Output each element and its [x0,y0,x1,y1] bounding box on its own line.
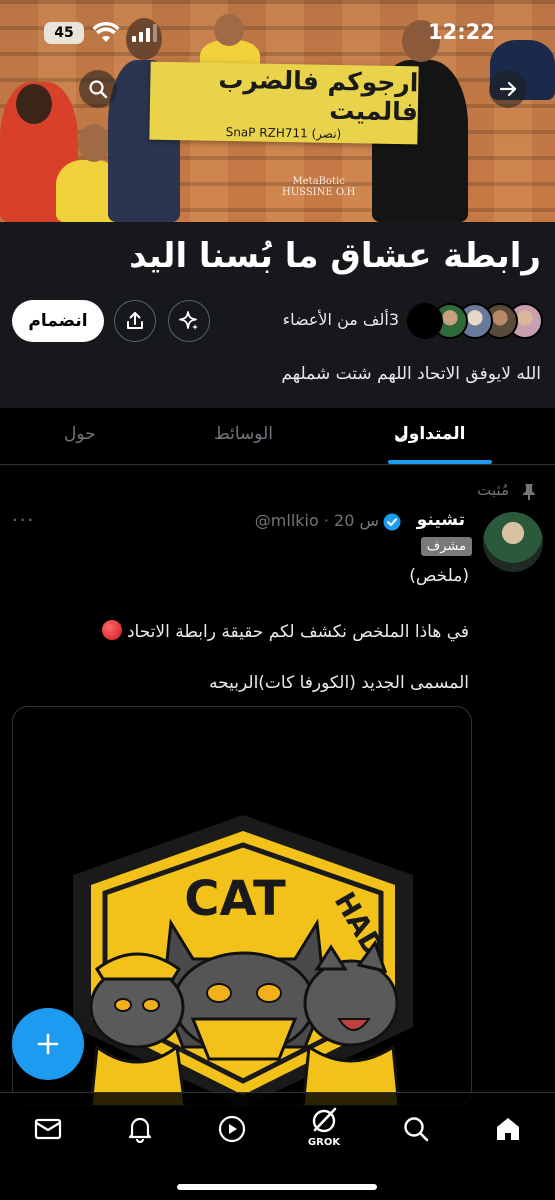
status-bar: 45 12:22 [0,20,555,48]
wifi-icon [92,22,120,42]
watermark-line: MetaBotic [292,176,345,187]
forward-arrow-icon [499,81,517,97]
crowd-head [78,124,110,162]
nav-video[interactable] [212,1109,252,1149]
member-count[interactable]: 3ألف من الأعضاء [283,310,399,329]
avatar [407,303,443,339]
share-icon [127,312,143,329]
member-avatars[interactable] [405,303,543,339]
shield-cat-text: CAT [184,871,286,927]
home-icon [497,1118,519,1140]
post-more-button[interactable]: ··· [12,510,35,531]
watermark-line: HUSSINE O.H [282,187,356,198]
play-icon [218,1115,246,1143]
mail-icon [34,1118,62,1140]
post-handle-time[interactable]: @mllkio · 20 س [255,511,379,530]
community-tabs: المتداول الوسائط حول [0,408,555,465]
banner-watermark: MetaBotic HUSSINE O.H [282,176,355,198]
community-description: الله لايوفق الاتحاد اللهم شتت شملهم [281,364,541,384]
home-indicator [177,1184,377,1190]
forward-button[interactable] [489,70,527,108]
sign-subtext: SnaP RZH711 (نصر) [225,124,342,142]
chevron-down-icon[interactable] [394,433,406,443]
pin-icon [523,484,535,500]
search-button[interactable] [79,70,117,108]
active-tab-indicator [388,460,492,464]
community-title: رابطة عشاق ما بُسنا اليد [129,236,541,276]
grok-sparkle-button[interactable] [168,300,210,342]
nav-grok[interactable]: GROK [304,1101,344,1153]
red-circle-emoji [101,620,122,640]
banner-sign: ارجوكم فالضرب فالميت SnaP RZH711 (نصر) [149,61,419,145]
post-author-avatar[interactable] [483,512,543,572]
post-text-line: في هاذا الملخص نكشف لكم حقيقة رابطة الات… [100,620,469,642]
bell-icon [128,1117,152,1143]
tab-media[interactable]: الوسائط [214,424,273,444]
pinned-label: مُثبت [477,481,509,499]
sign-text: ارجوكم فالضرب فالميت [218,64,419,127]
battery-indicator: 45 [44,22,84,44]
post-text: في هاذا الملخص نكشف لكم حقيقة رابطة الات… [126,622,469,642]
post-text-line: (ملخص) [409,566,469,586]
search-icon [404,1117,429,1142]
crowd-head [16,84,52,124]
post-text-line: المسمى الجديد (الكورفا كات)الربيحه [209,673,469,693]
tab-about[interactable]: حول [64,424,96,444]
join-button[interactable]: انضمام [12,300,104,342]
verified-icon [383,513,401,531]
signal-icon [132,24,157,42]
compose-post-button[interactable] [12,1008,84,1080]
moderator-badge: مشرف [420,537,472,556]
status-time: 12:22 [428,20,495,44]
nav-home[interactable] [488,1109,528,1149]
plus-icon [37,1033,59,1055]
sparkle-icon [179,311,198,330]
nav-search[interactable] [396,1109,436,1149]
nav-notifications[interactable] [120,1109,160,1149]
grok-icon [312,1107,337,1133]
nav-messages[interactable] [28,1109,68,1149]
share-button[interactable] [114,300,156,342]
grok-label: GROK [307,1137,341,1148]
post-author-name[interactable]: تشينو [417,510,465,530]
community-banner: ارجوكم فالضرب فالميت SnaP RZH711 (نصر) M… [0,0,555,222]
search-icon [89,80,108,99]
